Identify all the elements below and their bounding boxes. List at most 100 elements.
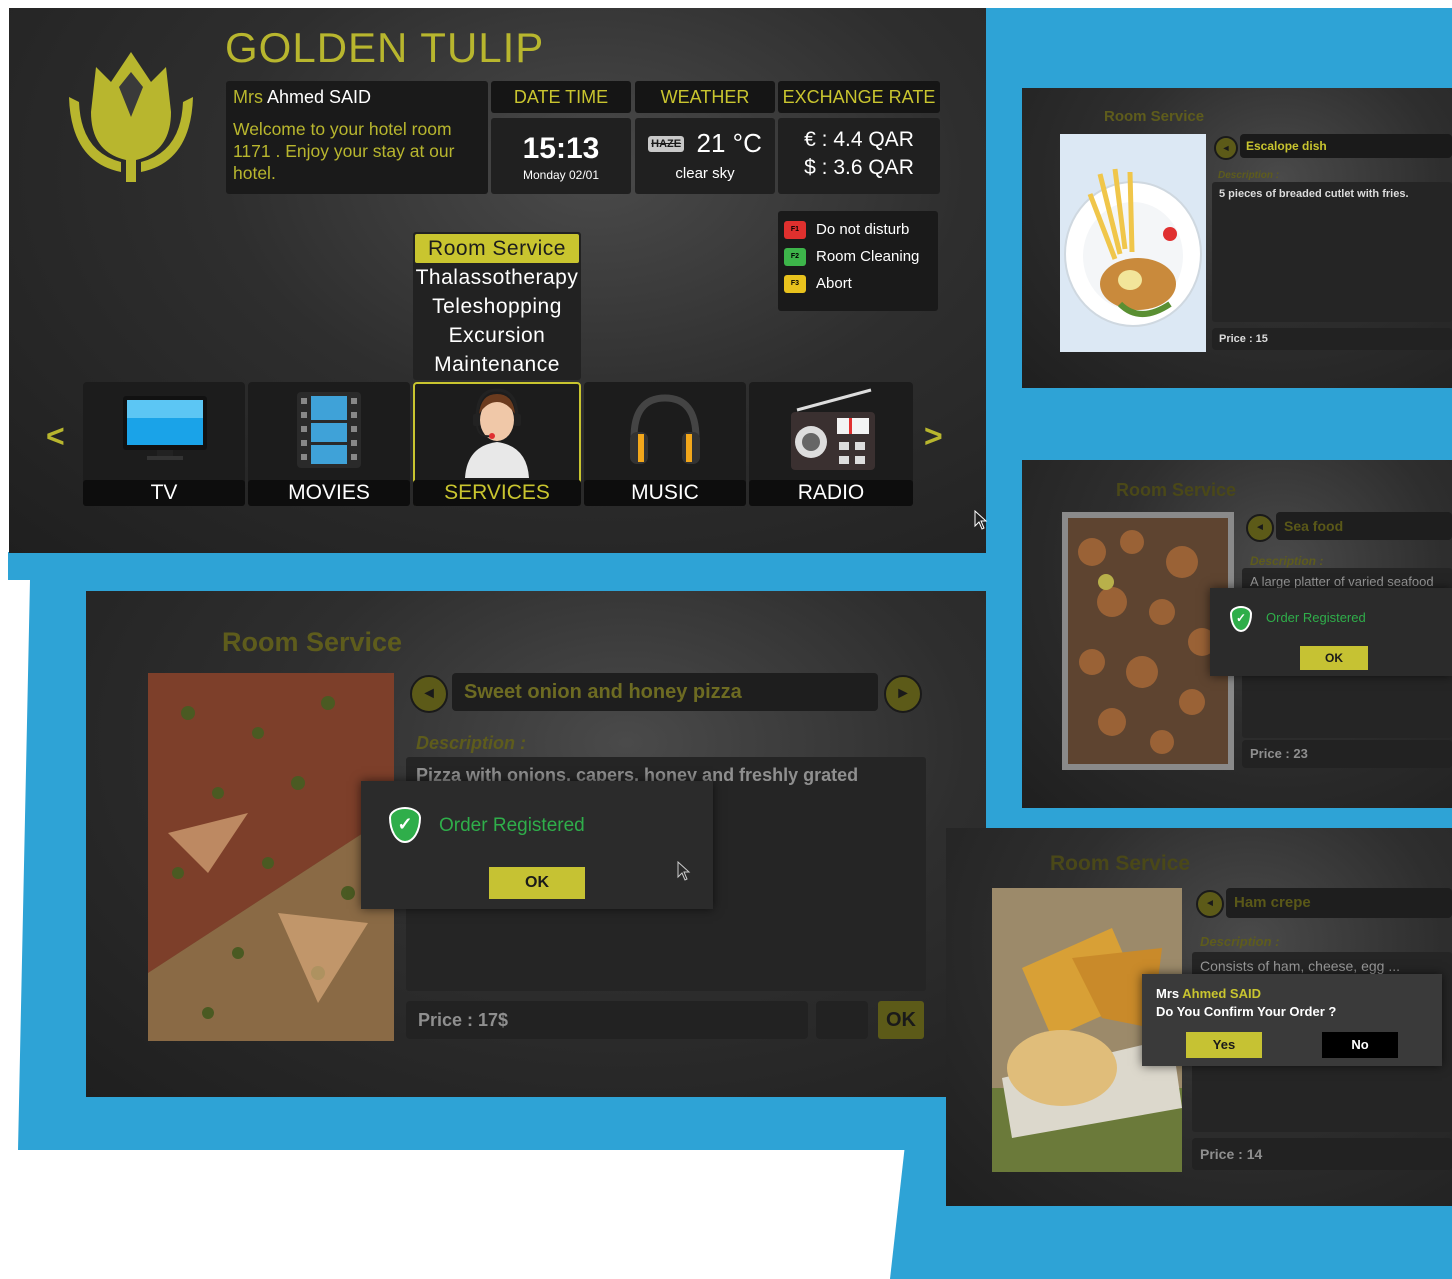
weather-condition: clear sky xyxy=(675,165,735,182)
concierge-icon xyxy=(465,388,529,478)
prev-dish-button[interactable]: ◄ xyxy=(1246,514,1274,542)
panel-title: Room Service xyxy=(1104,108,1205,125)
menu-item-teleshopping[interactable]: Teleshopping xyxy=(415,292,579,321)
confirm-order-dialog: Mrs Ahmed SAID Do You Confirm Your Order… xyxy=(1142,974,1442,1066)
tile-label-movies: MOVIES xyxy=(248,480,410,506)
headphones-icon xyxy=(630,394,700,464)
f3-key-icon: F3 xyxy=(784,275,806,294)
popup-ok-button[interactable]: OK xyxy=(489,867,585,899)
legend-abort[interactable]: F3 Abort xyxy=(784,270,932,297)
panel-title: Room Service xyxy=(1116,480,1237,500)
exchange-box: € : 4.4 QAR $ : 3.6 QAR xyxy=(778,118,940,194)
popup-message: Order Registered xyxy=(439,815,585,836)
prev-dish-button[interactable]: ◄ xyxy=(1196,890,1224,918)
room-service-crepe-panel: Room Service ◄ Ham crepe Description : C… xyxy=(946,828,1452,1206)
f2-key-icon: F2 xyxy=(784,248,806,267)
f1-key-icon: F1 xyxy=(784,221,806,240)
confirm-question: Do You Confirm Your Order ? xyxy=(1156,1004,1337,1019)
legend-room-cleaning[interactable]: F2 Room Cleaning xyxy=(784,243,932,270)
escalope-photo xyxy=(1060,134,1206,352)
description-box: 5 pieces of breaded cutlet with fries. xyxy=(1212,182,1452,322)
tile-label-services: SERVICES xyxy=(413,480,581,506)
next-dish-button[interactable]: ► xyxy=(884,675,922,713)
weather-box: HAZE 21 °C clear sky xyxy=(635,118,775,194)
guest-title: Mrs xyxy=(233,87,263,107)
confirm-no-button[interactable]: No xyxy=(1322,1032,1398,1058)
description-label: Description : xyxy=(1250,554,1324,568)
order-ok-button[interactable]: OK xyxy=(878,1001,924,1039)
tab-exchange-rate: EXCHANGE RATE xyxy=(778,81,940,113)
pizza-photo xyxy=(148,673,394,1041)
description-text: 5 pieces of breaded cutlet with fries. xyxy=(1219,188,1409,200)
dish-name-field: Ham crepe xyxy=(1226,888,1452,918)
dish-name-field: Sweet onion and honey pizza xyxy=(452,673,878,711)
order-registered-popup: ✓ Order Registered OK xyxy=(1210,588,1452,676)
prev-dish-button[interactable]: ◄ xyxy=(410,675,448,713)
panel-title: Room Service xyxy=(222,627,403,657)
services-submenu: Room Service Thalassotherapy Teleshoppin… xyxy=(413,232,581,380)
confirm-guest-name: Ahmed SAID xyxy=(1182,986,1261,1001)
mouse-cursor-icon xyxy=(677,861,691,881)
price-field: Price : 17$ xyxy=(406,1001,808,1039)
film-icon xyxy=(297,392,361,468)
confirm-title: Mrs xyxy=(1156,986,1180,1001)
popup-message: Order Registered xyxy=(1266,610,1366,625)
price-field: Price : 23 xyxy=(1242,740,1452,768)
tv-icon xyxy=(123,396,207,460)
tile-movies[interactable]: MOVIES xyxy=(248,382,410,506)
tile-radio[interactable]: RADIO xyxy=(749,382,913,506)
legend-do-not-disturb[interactable]: F1 Do not disturb xyxy=(784,216,932,243)
radio-icon xyxy=(791,388,875,470)
order-registered-popup: ✓ Order Registered OK xyxy=(361,781,713,909)
mouse-cursor-icon xyxy=(974,510,988,530)
price-field: Price : 14 xyxy=(1192,1138,1452,1170)
home-screen: GOLDEN TULIP Mrs Ahmed SAID Welcome to y… xyxy=(9,8,986,553)
legend-label: Abort xyxy=(816,275,852,292)
next-arrow-button[interactable]: > xyxy=(924,418,943,455)
rate-eur: € : 4.4 QAR xyxy=(804,128,914,151)
description-label: Description : xyxy=(1218,170,1280,181)
legend-label: Do not disturb xyxy=(816,221,910,238)
shield-check-icon: ✓ xyxy=(1230,606,1252,632)
tile-services[interactable]: SERVICES xyxy=(413,382,581,506)
haze-icon: HAZE xyxy=(648,135,685,152)
seafood-photo xyxy=(1062,512,1234,770)
guest-name: Ahmed SAID xyxy=(267,87,372,107)
menu-item-excursion[interactable]: Excursion xyxy=(415,321,579,350)
datetime-box: 15:13 Monday 02/01 xyxy=(491,118,631,194)
rate-usd: $ : 3.6 QAR xyxy=(804,156,914,179)
tile-label-radio: RADIO xyxy=(749,480,913,506)
panel-title: Room Service xyxy=(1050,852,1191,875)
popup-ok-button[interactable]: OK xyxy=(1300,646,1368,670)
prev-dish-button[interactable]: ◄ xyxy=(1214,136,1238,160)
shield-check-icon: ✓ xyxy=(389,807,421,843)
clock-time: 15:13 xyxy=(522,132,600,165)
description-label: Description : xyxy=(1200,934,1280,949)
tulip-logo xyxy=(69,52,193,182)
tab-date-time: DATE TIME xyxy=(491,81,631,113)
menu-item-maintenance[interactable]: Maintenance xyxy=(415,350,579,379)
menu-item-room-service[interactable]: Room Service xyxy=(415,234,579,263)
guest-welcome-box: Mrs Ahmed SAID Welcome to your hotel roo… xyxy=(226,81,488,194)
tab-weather: WEATHER xyxy=(635,81,775,113)
welcome-message: Welcome to your hotel room 1171 . Enjoy … xyxy=(233,119,455,183)
menu-item-thalassotherapy[interactable]: Thalassotherapy xyxy=(415,263,579,292)
dish-name-field: Sea food xyxy=(1276,512,1452,540)
confirm-yes-button[interactable]: Yes xyxy=(1186,1032,1262,1058)
price-field: Price : 15 xyxy=(1212,328,1452,350)
brand-name: GOLDEN TULIP xyxy=(225,24,545,71)
dish-name-field: Escalope dish xyxy=(1240,134,1452,158)
legend-label: Room Cleaning xyxy=(816,248,920,265)
room-service-escalope-panel: Room Service ◄ Escalope dish Description… xyxy=(1022,88,1452,388)
temperature: 21 °C xyxy=(696,128,762,158)
tile-label-music: MUSIC xyxy=(584,480,746,506)
tile-label-tv: TV xyxy=(83,480,245,506)
description-label: Description : xyxy=(416,733,527,753)
prev-arrow-button[interactable]: < xyxy=(46,418,65,455)
tile-tv[interactable]: TV xyxy=(83,382,245,506)
quantity-field[interactable] xyxy=(816,1001,868,1039)
tile-music[interactable]: MUSIC xyxy=(584,382,746,506)
room-service-pizza-panel: Room Service ◄ Sweet onion and honey piz… xyxy=(86,591,986,1097)
function-key-legend: F1 Do not disturb F2 Room Cleaning F3 Abort xyxy=(778,211,938,311)
clock-date: Monday 02/01 xyxy=(522,168,600,182)
